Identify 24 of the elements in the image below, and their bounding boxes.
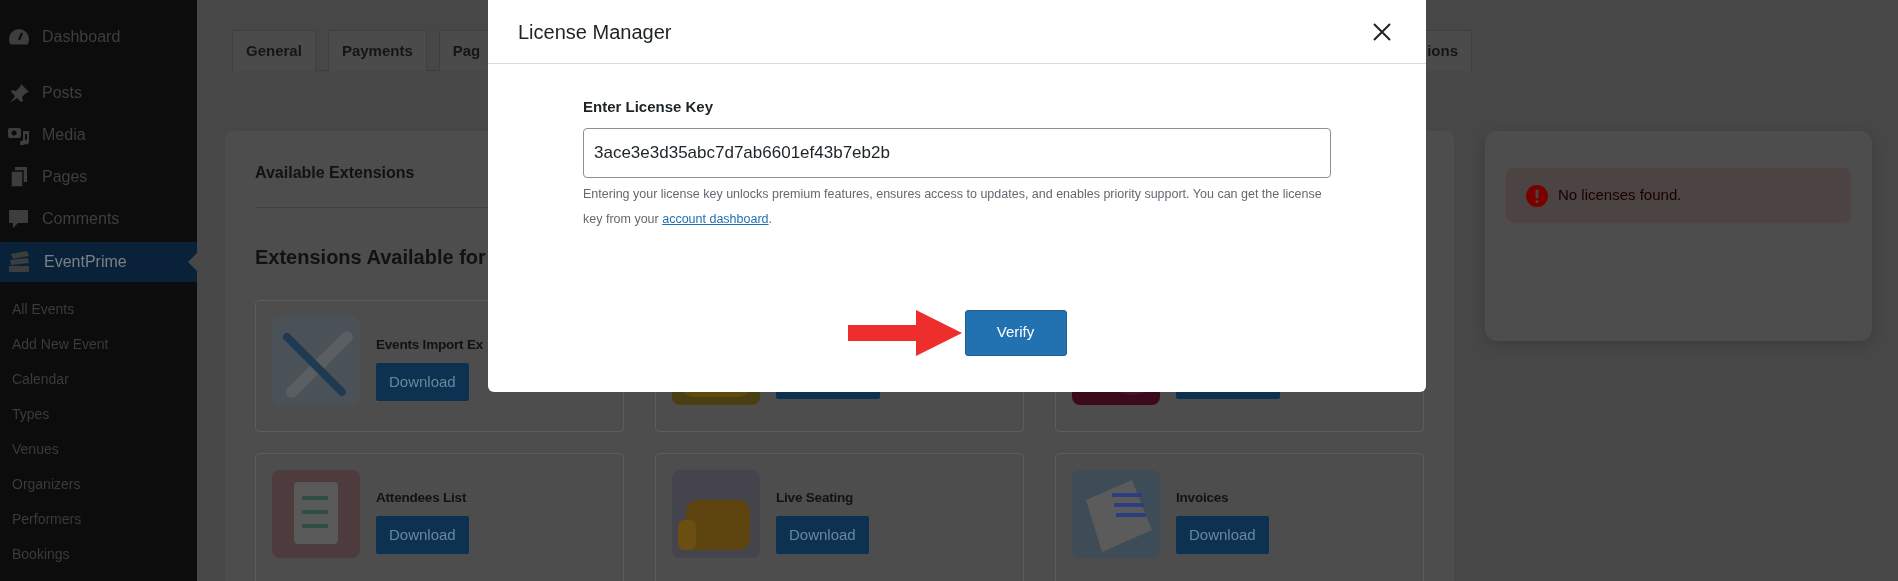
extension-title: Live Seating [776, 489, 855, 507]
extension-title: Events Import Ex [376, 336, 484, 354]
speech-bubble-icon [8, 209, 30, 229]
sidebar-item[interactable]: EventPrime [0, 242, 197, 282]
error-icon [1526, 184, 1548, 207]
dialog-title: License Manager [518, 19, 672, 45]
tickets-icon [8, 251, 32, 273]
account-dashboard-link[interactable]: account dashboard [662, 211, 769, 226]
current-menu-pointer [188, 253, 197, 271]
verify-button[interactable]: Verify [964, 309, 1067, 356]
download-button[interactable]: Download [776, 516, 869, 555]
download-button[interactable]: Download [376, 516, 469, 555]
license-key-field[interactable]: 3ace3e3d35abc7d7ab6601ef43b7eb2b [583, 127, 1331, 178]
field-label: Enter License Key [583, 97, 715, 117]
download-button[interactable]: Download [376, 363, 469, 402]
download-button[interactable]: Download [1176, 516, 1269, 555]
extension-title: Invoices [1176, 489, 1230, 507]
section-heading: Extensions Available for [255, 245, 487, 270]
gauge-icon [8, 27, 30, 47]
pages-icon [8, 167, 30, 187]
extension-title: Attendees List [376, 489, 468, 507]
media-icon [8, 125, 30, 145]
pushpin-icon [8, 83, 30, 103]
alert-message: No licenses found. [1558, 185, 1682, 206]
